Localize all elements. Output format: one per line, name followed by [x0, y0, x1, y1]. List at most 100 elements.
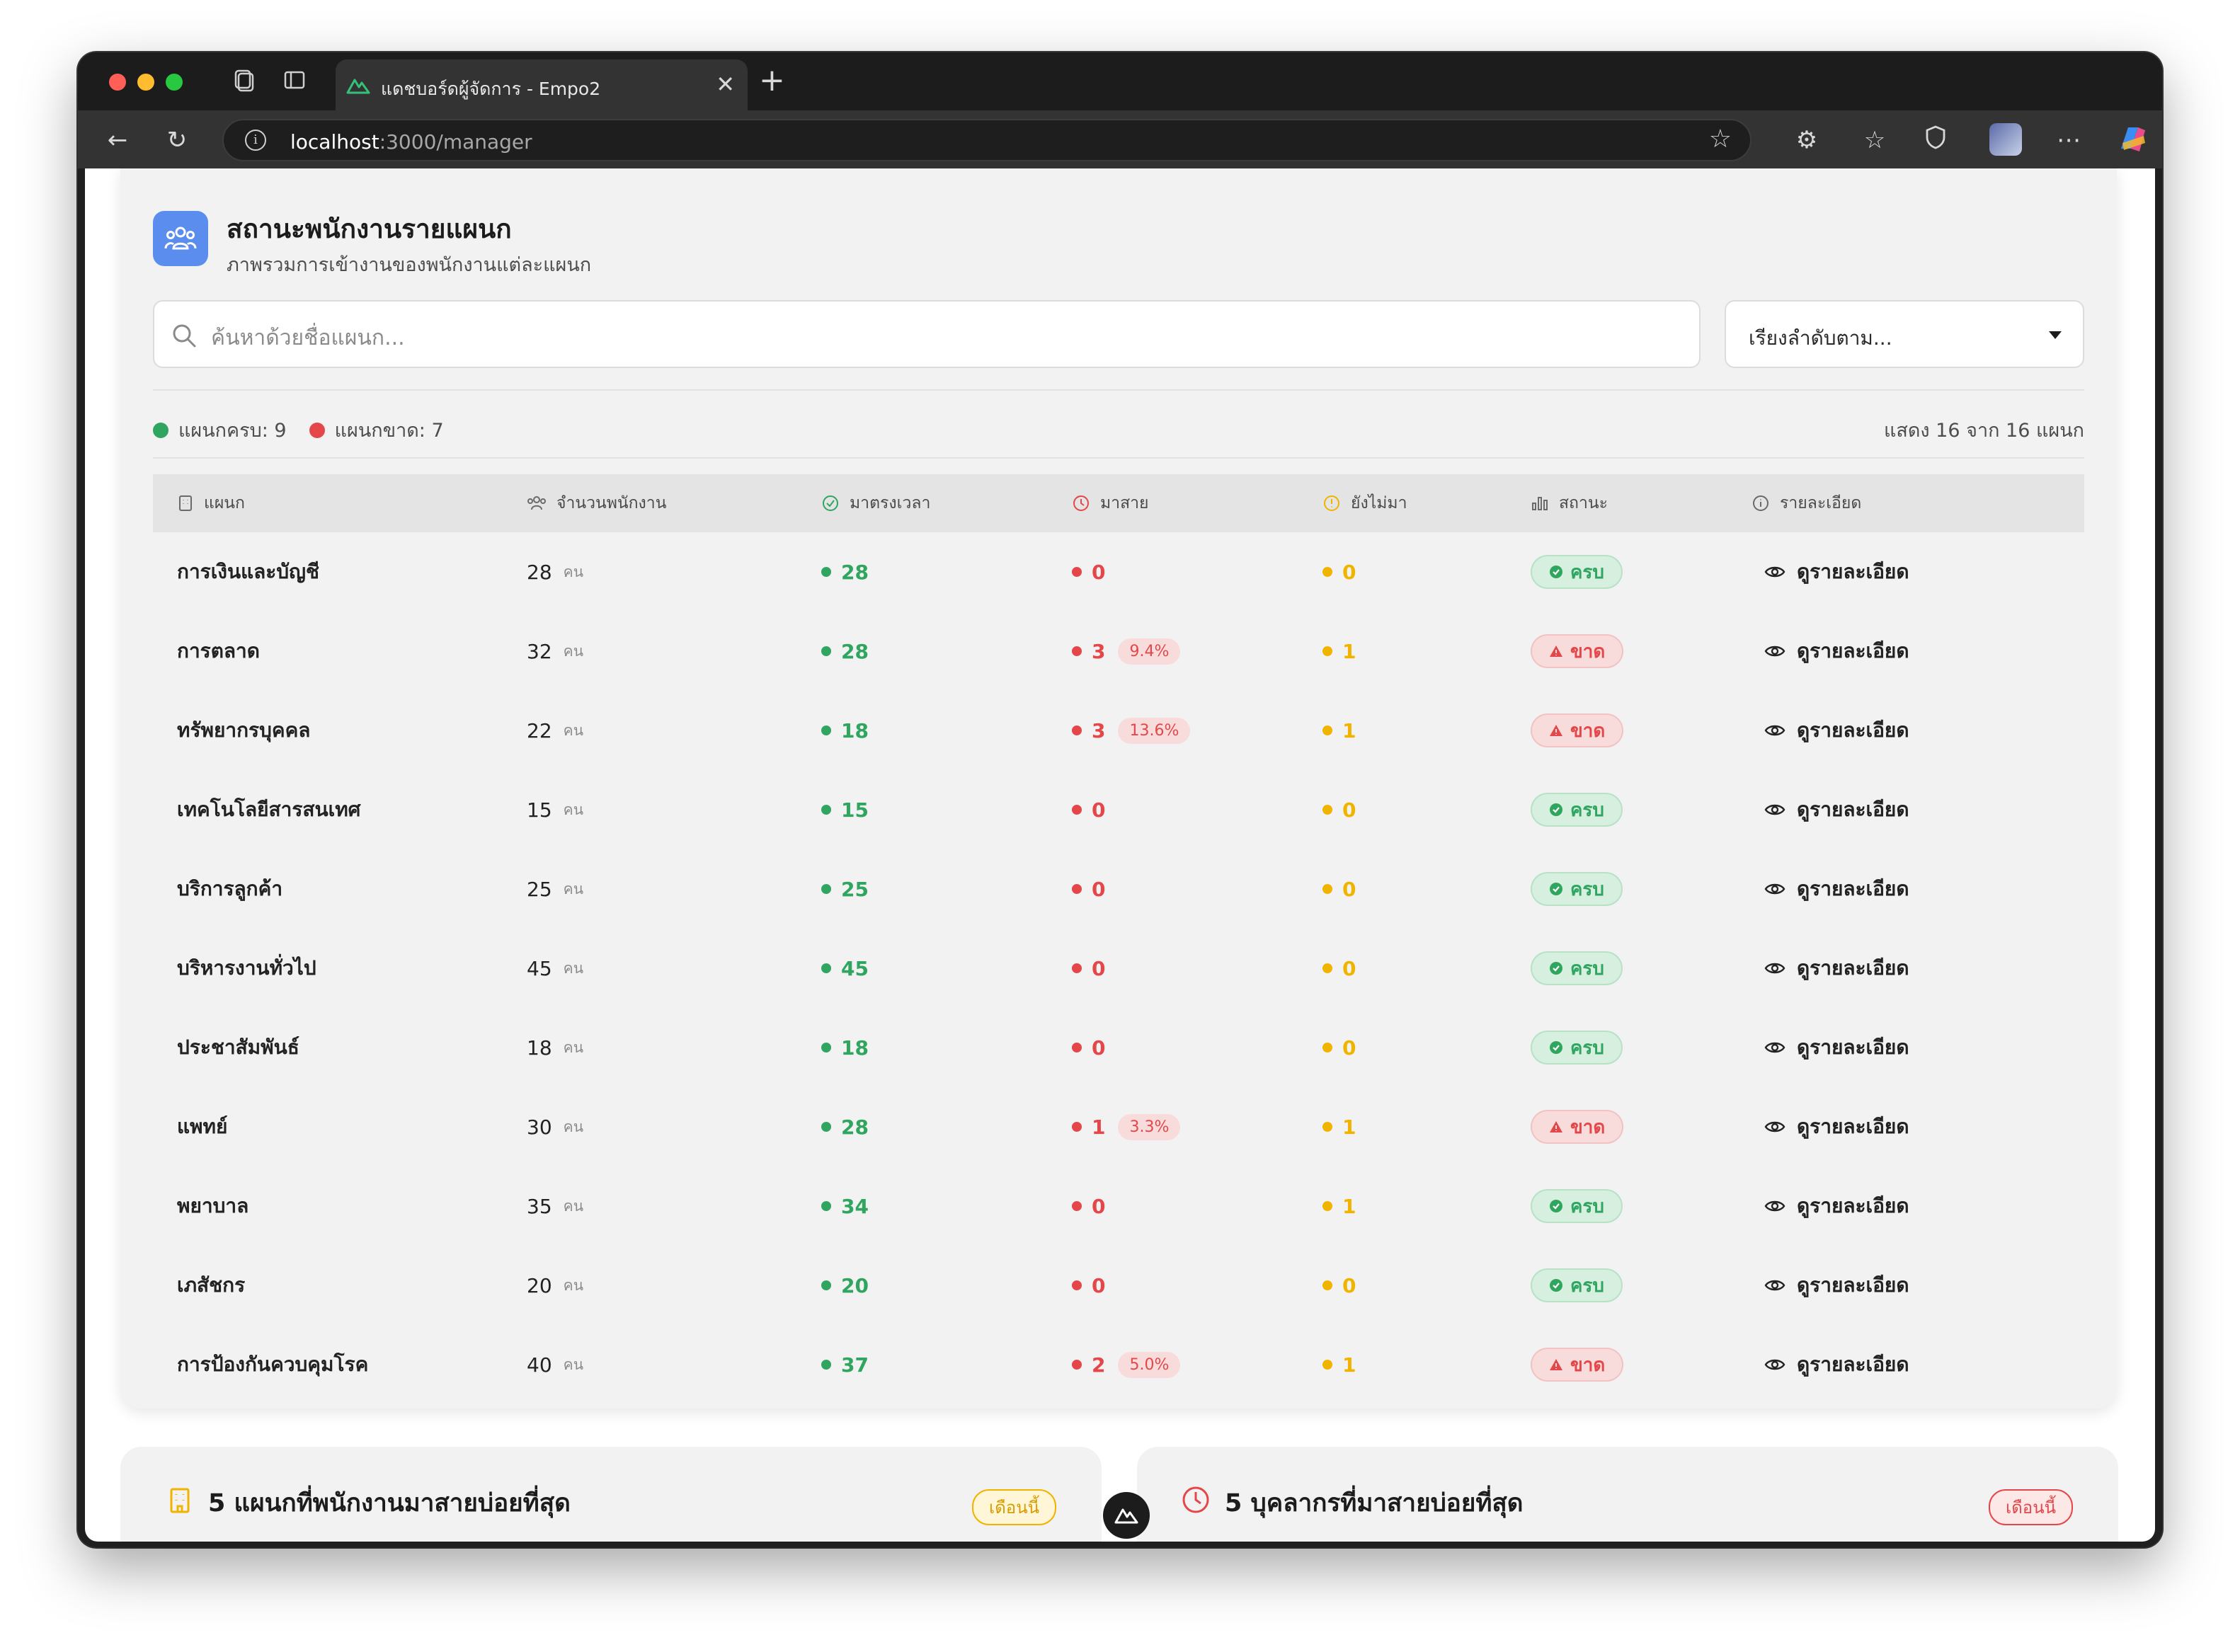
status-cell: ครบ: [1531, 929, 1623, 1008]
col-employees[interactable]: จำนวนพนักงาน: [527, 474, 666, 532]
alert-circle-icon: [1324, 495, 1339, 511]
red-dot-icon: [1072, 567, 1082, 577]
col-late[interactable]: มาสาย: [1072, 474, 1149, 532]
status-cell: ขาด: [1531, 612, 1624, 691]
department-status-card: สถานะพนักงานรายแผนก ภาพรวมการเข้างานของพ…: [120, 168, 2117, 1409]
vertical-tabs-icon[interactable]: [280, 68, 309, 96]
complete-count: แผนกครบ: 9: [178, 420, 287, 442]
eye-icon: [1764, 1359, 1785, 1370]
view-details-link[interactable]: ดูรายละเอียด: [1764, 691, 1909, 770]
close-tab-icon[interactable]: ✕: [716, 71, 735, 98]
view-details-link[interactable]: ดูรายละเอียด: [1764, 1246, 1909, 1325]
employee-count: 35 คน: [527, 1194, 584, 1218]
new-tab-button[interactable]: +: [759, 64, 785, 98]
col-details[interactable]: รายละเอียด: [1752, 474, 1861, 532]
on-time-count: 25: [821, 849, 869, 929]
green-dot-icon: [821, 1043, 831, 1052]
department-name: บริการลูกค้า: [177, 877, 283, 900]
status-badge: ครบ: [1531, 793, 1623, 827]
check-circle-icon: [1550, 566, 1562, 578]
col-on-time[interactable]: มาตรงเวลา: [821, 474, 930, 532]
view-details-link[interactable]: ดูรายละเอียด: [1764, 929, 1909, 1008]
extensions-icon[interactable]: ⚙: [1791, 125, 1822, 156]
search-input[interactable]: ค้นหาด้วยชื่อแผนก...: [153, 300, 1701, 368]
late-count: 0: [1072, 770, 1105, 849]
more-menu-icon[interactable]: ⋯: [2053, 125, 2084, 156]
late-count: 3 9.4%: [1072, 612, 1181, 691]
col-not-arrived[interactable]: ยังไม่มา: [1322, 474, 1407, 532]
col-department[interactable]: แผนก: [177, 474, 245, 532]
site-info-icon[interactable]: i: [245, 130, 266, 151]
app-menu-button[interactable]: [1103, 1492, 1150, 1539]
status-cell: ขาด: [1531, 1087, 1624, 1166]
app-logo-icon: [1114, 1508, 1138, 1524]
favorites-icon[interactable]: ☆: [1859, 125, 1890, 156]
check-circle-icon: [1550, 1200, 1562, 1212]
not-arrived-count: 0: [1322, 849, 1356, 929]
view-details-link[interactable]: ดูรายละเอียด: [1764, 1166, 1909, 1246]
view-details-link[interactable]: ดูรายละเอียด: [1764, 1087, 1909, 1166]
eye-icon: [1764, 804, 1785, 815]
on-time-count: 15: [821, 770, 869, 849]
sort-select[interactable]: เรียงลำดับตาม...: [1725, 300, 2084, 368]
on-time-count: 18: [821, 691, 869, 770]
view-details-link[interactable]: ดูรายละเอียด: [1764, 770, 1909, 849]
not-arrived-count: 1: [1322, 612, 1356, 691]
back-icon[interactable]: ←: [102, 125, 133, 156]
view-details-link[interactable]: ดูรายละเอียด: [1764, 849, 1909, 929]
reload-icon[interactable]: ↻: [161, 125, 193, 156]
employee-count: 28 คน: [527, 560, 584, 584]
late-count: 0: [1072, 1246, 1105, 1325]
complete-dot-icon: [153, 422, 168, 438]
profile-avatar[interactable]: [1989, 123, 2022, 156]
minimize-window-button[interactable]: [137, 74, 154, 91]
eye-icon: [1764, 1042, 1785, 1053]
users-icon: [527, 496, 546, 510]
tab-title: แดชบอร์ดผู้จัดการ - Empo2: [381, 79, 601, 99]
period-badge: เดือนนี้: [1988, 1489, 2073, 1525]
top-late-departments-card: 5 แผนกที่พนักงานมาสายบ่อยที่สุด เดือนนี้: [120, 1447, 1102, 1542]
maximize-window-button[interactable]: [166, 74, 183, 91]
not-arrived-count: 1: [1322, 691, 1356, 770]
yellow-dot-icon: [1322, 1201, 1332, 1211]
active-tab[interactable]: แดชบอร์ดผู้จัดการ - Empo2 ✕: [336, 59, 748, 110]
late-count: 1 3.3%: [1072, 1087, 1181, 1166]
building-icon: [179, 495, 192, 511]
green-dot-icon: [821, 963, 831, 973]
close-window-button[interactable]: [109, 74, 126, 91]
department-name: การป้องกันควบคุมโรค: [177, 1353, 369, 1376]
browser-essentials-shield-icon[interactable]: [1920, 125, 1951, 156]
view-details-link[interactable]: ดูรายละเอียด: [1764, 1008, 1909, 1087]
department-name: เทคโนโลยีสารสนเทศ: [177, 798, 361, 821]
not-arrived-count: 1: [1322, 1166, 1356, 1246]
view-details-link[interactable]: ดูรายละเอียด: [1764, 532, 1909, 612]
department-name: ประชาสัมพันธ์: [177, 1036, 299, 1059]
divider: [153, 457, 2084, 459]
eye-icon: [1764, 1280, 1785, 1291]
eye-icon: [1764, 1200, 1785, 1212]
department-name: การเงินและบัญชี: [177, 560, 319, 583]
clock-icon: [1182, 1486, 1209, 1513]
department-name: แพทย์: [177, 1115, 228, 1138]
favorite-star-icon[interactable]: ☆: [1709, 125, 1732, 154]
red-dot-icon: [1072, 725, 1082, 735]
check-circle-icon: [1550, 1279, 1562, 1292]
status-badge: ครบ: [1531, 872, 1623, 906]
workspaces-icon[interactable]: [229, 68, 258, 96]
late-count: 0: [1072, 849, 1105, 929]
address-bar[interactable]: i localhost:3000/manager ☆: [222, 119, 1752, 161]
status-cell: ครบ: [1531, 1008, 1623, 1087]
col-status[interactable]: สถานะ: [1531, 474, 1608, 532]
view-details-link[interactable]: ดูรายละเอียด: [1764, 612, 1909, 691]
department-name: การตลาด: [177, 639, 260, 662]
status-badge: ขาด: [1531, 713, 1624, 747]
copilot-icon[interactable]: [2115, 122, 2151, 157]
table-row: ทรัพยากรบุคคล 22 คน 18 3 13.6% 1 ขาด ดูรายละเอีย…: [153, 691, 2084, 770]
table-row: แพทย์ 30 คน 28 1 3.3% 1 ขาด ดูรายละเอียด: [153, 1087, 2084, 1166]
red-dot-icon: [1072, 646, 1082, 656]
employee-count: 18 คน: [527, 1036, 584, 1060]
bar-chart-icon: [1532, 497, 1548, 510]
view-details-link[interactable]: ดูรายละเอียด: [1764, 1325, 1909, 1404]
yellow-dot-icon: [1322, 805, 1332, 815]
on-time-count: 20: [821, 1246, 869, 1325]
